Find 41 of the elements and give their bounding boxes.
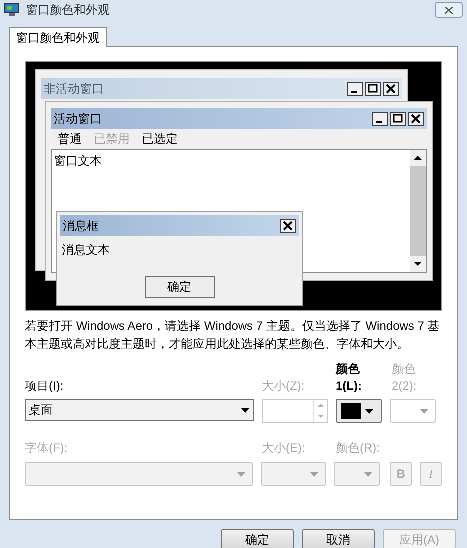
close-icon: [383, 82, 399, 96]
tab[interactable]: 窗口颜色和外观: [9, 27, 107, 47]
dialog-button[interactable]: 取消: [302, 529, 375, 548]
dialog-button[interactable]: 确定: [221, 529, 294, 548]
field-label: 颜色(R):: [336, 441, 380, 455]
field-label: 颜色 2(2):: [392, 362, 417, 393]
ok-button[interactable]: 确定: [144, 276, 214, 298]
scrollbar[interactable]: [410, 150, 426, 272]
menu-item[interactable]: 普通: [58, 130, 82, 148]
minimize-icon: [372, 112, 388, 126]
close-icon: [280, 218, 296, 232]
field-label: 大小(E):: [262, 441, 306, 455]
close-button[interactable]: [435, 2, 463, 18]
dropdown-arrow-icon: [365, 408, 374, 414]
dropdown-arrow-icon: [236, 472, 246, 476]
color-picker[interactable]: [336, 399, 382, 423]
dropdown-arrow-icon: [420, 408, 429, 414]
maximize-icon: [365, 82, 381, 96]
monitor-icon: [4, 3, 20, 17]
maximize-icon: [390, 112, 406, 126]
close-icon: [408, 112, 424, 126]
message-title: 消息框: [63, 218, 99, 234]
description-text: 若要打开 Windows Aero，请选择 Windows 7 主题。仅当选择了 Windows 7 基本主题或高对比度主题时，才能应用此处选择的某些颜色、字体和大小。: [25, 318, 441, 353]
dropdown-arrow-icon: [364, 472, 374, 476]
window-text: 窗口文本: [53, 153, 103, 170]
field-label: 项目(I):: [25, 379, 64, 393]
dropdown-arrow-icon: [310, 472, 320, 476]
scroll-up-icon: [410, 150, 426, 166]
field-label: 大小(Z):: [262, 379, 305, 393]
dropdown-arrow-icon: [241, 408, 250, 412]
close-icon: [445, 6, 453, 14]
window-title: 活动窗口: [54, 110, 102, 128]
message-text: 消息文本: [62, 243, 110, 257]
minimize-icon: [347, 82, 363, 96]
field-label: 字体(F):: [25, 441, 68, 455]
scroll-down-icon: [410, 256, 426, 272]
menu-item[interactable]: 已选定: [142, 130, 178, 148]
window-title: 窗口颜色和外观: [26, 2, 110, 19]
window-title: 非活动窗口: [44, 80, 104, 98]
field-label: 颜色 1(L):: [336, 362, 362, 393]
item-dropdown[interactable]: 桌面: [25, 399, 254, 421]
